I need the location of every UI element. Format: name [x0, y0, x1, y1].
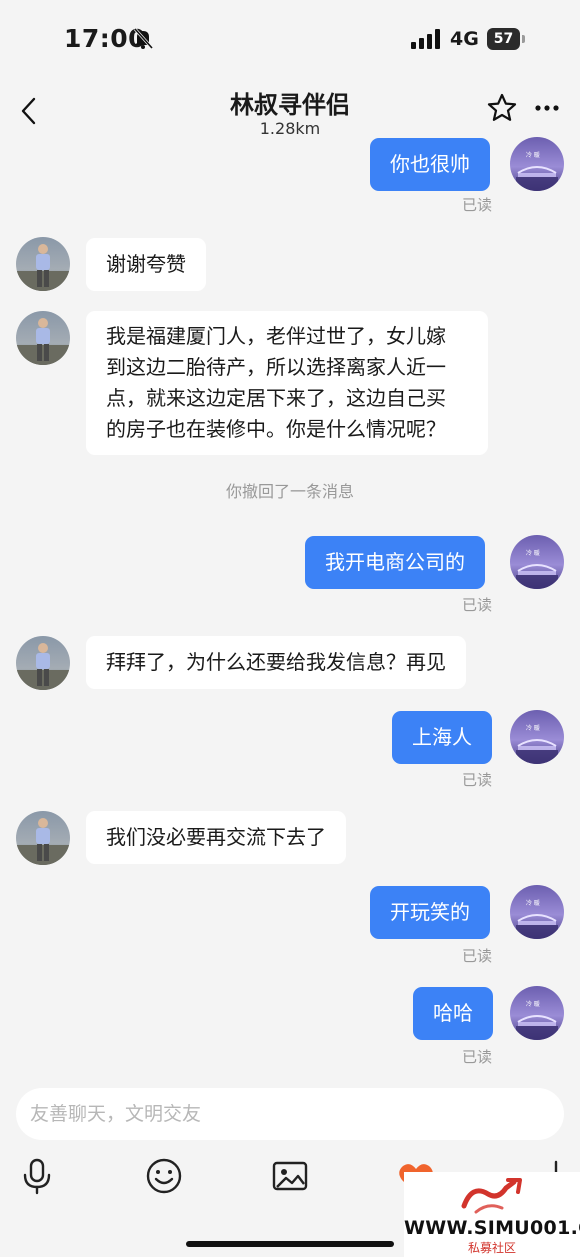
- watermark: WWW.SIMU001.CN 私募社区: [404, 1172, 580, 1257]
- message-line: 点，就来这边定居下来了，这边自己买: [106, 386, 446, 410]
- message-bubble-received[interactable]: 我们没必要再交流下去了: [86, 811, 346, 864]
- status-bar: 17:00 4G 57: [0, 0, 580, 80]
- read-receipt: 已读: [462, 947, 493, 965]
- more-icon[interactable]: [534, 104, 560, 112]
- battery-icon: 57: [487, 28, 525, 50]
- read-receipt: 已读: [462, 1048, 493, 1066]
- watermark-subtext: 私募社区: [467, 1241, 516, 1255]
- battery-cap: [522, 35, 525, 43]
- chat-header: 林叔寻伴侣 1.28km: [0, 80, 580, 140]
- signal-icon: [411, 29, 440, 49]
- message-bubble-received[interactable]: 谢谢夸赞: [86, 238, 206, 291]
- my-avatar[interactable]: [510, 535, 564, 589]
- message-bubble-sent[interactable]: 你也很帅: [370, 138, 490, 191]
- message-bubble-sent[interactable]: 开玩笑的: [370, 886, 490, 939]
- my-avatar[interactable]: [510, 137, 564, 191]
- bell-slash-icon: [133, 27, 154, 49]
- read-receipt: 已读: [462, 596, 493, 614]
- watermark-text: WWW.SIMU001.CN: [404, 1217, 580, 1239]
- emoji-icon[interactable]: [144, 1156, 184, 1196]
- watermark-logo: [461, 1178, 522, 1214]
- battery-level: 57: [487, 28, 520, 50]
- message-line: 到这边二胎待产，所以选择离家人近一: [106, 355, 446, 379]
- message-line: 我是福建厦门人，老伴过世了，女儿嫁: [106, 324, 446, 348]
- contact-avatar[interactable]: [16, 811, 70, 865]
- message-bubble-sent[interactable]: 上海人: [392, 711, 492, 764]
- contact-avatar[interactable]: [16, 636, 70, 690]
- star-icon[interactable]: [486, 92, 518, 124]
- read-receipt: 已读: [462, 771, 493, 789]
- image-icon[interactable]: [270, 1156, 310, 1196]
- contact-avatar[interactable]: [16, 237, 70, 291]
- home-indicator: [186, 1241, 394, 1247]
- contact-avatar[interactable]: [16, 311, 70, 365]
- read-receipt: 已读: [462, 196, 493, 214]
- message-bubble-received[interactable]: 我是福建厦门人，老伴过世了，女儿嫁 到这边二胎待产，所以选择离家人近一 点，就来…: [86, 311, 488, 455]
- recall-notice: 你撤回了一条消息: [225, 482, 354, 501]
- message-input[interactable]: 友善聊天，文明交友: [16, 1088, 564, 1140]
- message-bubble-received[interactable]: 拜拜了，为什么还要给我发信息？再见: [86, 636, 466, 689]
- message-bubble-sent[interactable]: 我开电商公司的: [305, 536, 485, 589]
- message-bubble-sent[interactable]: 哈哈: [413, 987, 493, 1040]
- network-label: 4G: [450, 28, 479, 50]
- my-avatar[interactable]: [510, 986, 564, 1040]
- my-avatar[interactable]: [510, 885, 564, 939]
- message-line: 的房子也在装修中。你是什么情况呢？: [106, 417, 446, 441]
- my-avatar[interactable]: [510, 710, 564, 764]
- mic-icon[interactable]: [17, 1156, 57, 1196]
